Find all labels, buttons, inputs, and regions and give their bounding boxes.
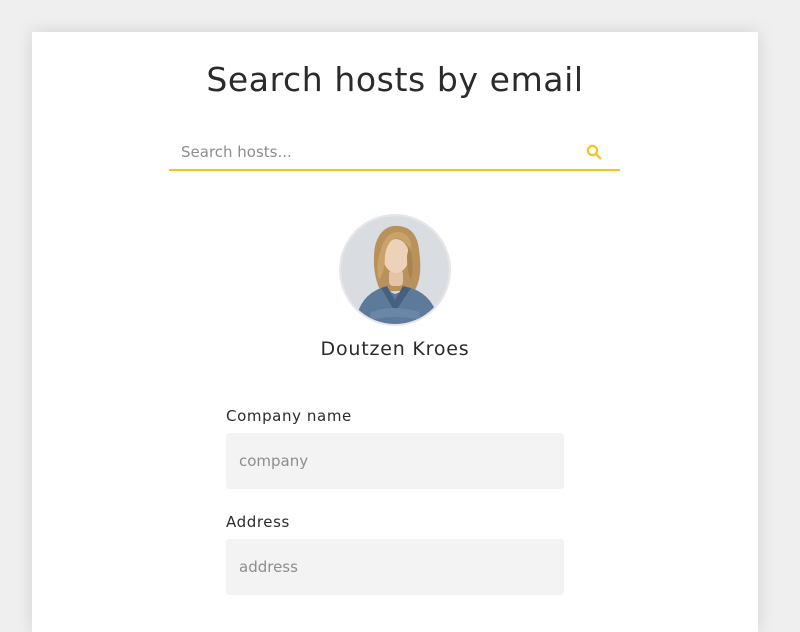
company-name-label: Company name bbox=[226, 407, 352, 425]
search-input[interactable] bbox=[169, 136, 591, 168]
search-icon[interactable] bbox=[586, 144, 602, 160]
search-bar bbox=[169, 136, 620, 171]
company-name-field[interactable] bbox=[226, 433, 564, 489]
avatar bbox=[341, 216, 449, 324]
address-label: Address bbox=[226, 513, 290, 531]
address-field[interactable] bbox=[226, 539, 564, 595]
search-hosts-card: Search hosts by email Doutzen Kroes bbox=[32, 32, 758, 632]
page-title: Search hosts by email bbox=[206, 60, 584, 99]
host-photo bbox=[341, 216, 449, 324]
host-name: Doutzen Kroes bbox=[320, 338, 470, 360]
